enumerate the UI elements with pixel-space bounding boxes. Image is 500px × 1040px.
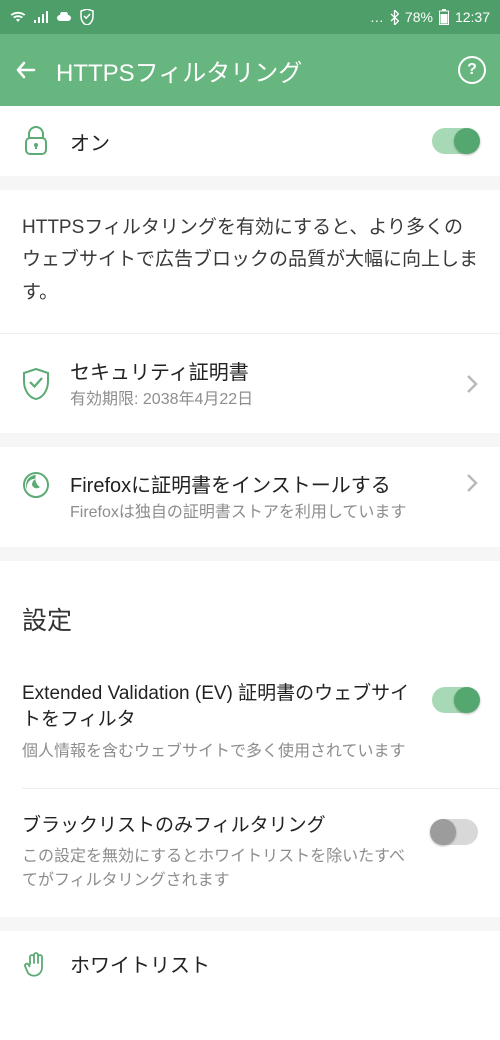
whitelist-row[interactable]: ホワイトリスト bbox=[0, 931, 500, 978]
main-toggle-label: オン bbox=[70, 127, 412, 156]
firefox-cert-row[interactable]: Firefoxに証明書をインストールする Firefoxは独自の証明書ストアを利… bbox=[0, 447, 500, 546]
security-cert-row[interactable]: セキュリティ証明書 有効期限: 2038年4月22日 bbox=[0, 334, 500, 433]
ev-switch[interactable] bbox=[432, 687, 478, 713]
signal-icon bbox=[34, 11, 48, 23]
hand-icon bbox=[22, 951, 50, 977]
wifi-icon bbox=[10, 11, 26, 23]
ev-filter-row[interactable]: Extended Validation (EV) 証明書のウェブサイトをフィルタ… bbox=[0, 657, 500, 788]
firefox-title: Firefoxに証明書をインストールする bbox=[70, 469, 446, 498]
main-toggle-switch[interactable] bbox=[432, 128, 478, 154]
firefox-icon bbox=[22, 471, 50, 499]
blacklist-switch[interactable] bbox=[432, 819, 478, 845]
description-text: HTTPSフィルタリングを有効にすると、より多くのウェブサイトで広告ブロックの品… bbox=[0, 190, 500, 333]
cloud-icon bbox=[56, 12, 72, 22]
bluetooth-icon bbox=[390, 10, 399, 25]
lock-icon bbox=[22, 126, 50, 156]
blacklist-filter-row[interactable]: ブラックリストのみフィルタリング この設定を無効にするとホワイトリストを除いたす… bbox=[0, 789, 500, 918]
status-bar: … 78% 12:37 bbox=[0, 0, 500, 34]
ev-title: Extended Validation (EV) 証明書のウェブサイトをフィルタ bbox=[22, 681, 414, 734]
help-button[interactable]: ? bbox=[458, 56, 486, 84]
cert-title: セキュリティ証明書 bbox=[70, 356, 446, 385]
more-icon: … bbox=[370, 9, 384, 25]
chevron-right-icon bbox=[466, 374, 478, 394]
clock: 12:37 bbox=[455, 9, 490, 25]
settings-header: 設定 bbox=[0, 561, 500, 657]
ev-subtitle: 個人情報を含むウェブサイトで多く使用されています bbox=[22, 740, 414, 764]
blacklist-subtitle: この設定を無効にするとホワイトリストを除いたすべてがフィルタリングされます bbox=[22, 845, 414, 893]
shield-check-icon bbox=[22, 368, 50, 400]
page-title: HTTPSフィルタリング bbox=[56, 53, 440, 88]
battery-icon bbox=[439, 9, 449, 25]
back-button[interactable] bbox=[14, 58, 38, 82]
battery-percent: 78% bbox=[405, 9, 433, 25]
main-toggle-row[interactable]: オン bbox=[0, 106, 500, 176]
cert-subtitle: 有効期限: 2038年4月22日 bbox=[70, 389, 446, 411]
whitelist-title: ホワイトリスト bbox=[70, 949, 210, 978]
app-bar: HTTPSフィルタリング ? bbox=[0, 34, 500, 106]
blacklist-title: ブラックリストのみフィルタリング bbox=[22, 813, 414, 840]
shield-icon bbox=[80, 9, 94, 25]
firefox-subtitle: Firefoxは独自の証明書ストアを利用しています bbox=[70, 502, 446, 524]
chevron-right-icon bbox=[466, 473, 478, 493]
